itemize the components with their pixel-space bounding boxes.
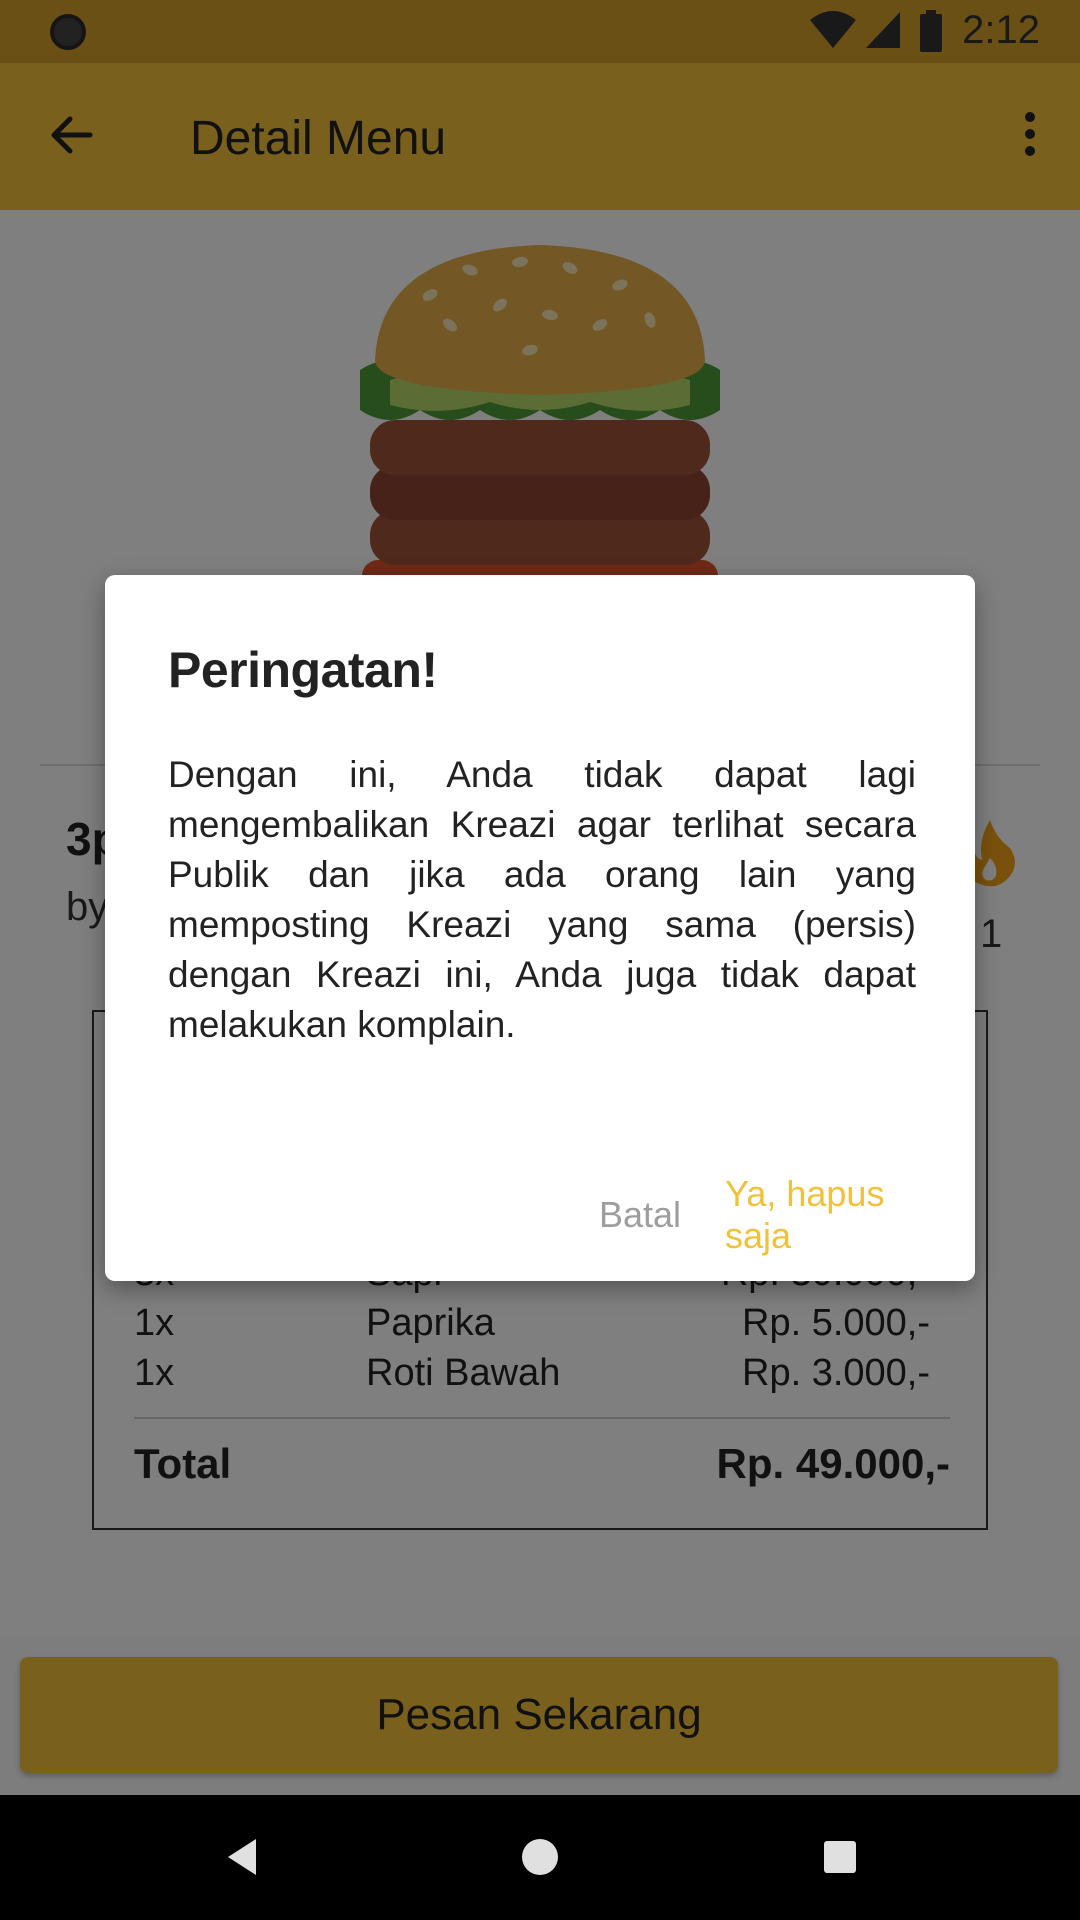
nav-home-icon[interactable] xyxy=(520,1835,560,1879)
confirm-delete-button[interactable]: Ya, hapus saja xyxy=(725,1173,955,1256)
system-nav-bar xyxy=(0,1795,1080,1920)
dialog-title: Peringatan! xyxy=(168,642,438,698)
nav-recents-icon[interactable] xyxy=(820,1835,860,1879)
dialog-message: Dengan ini, Anda tidak dapat lagi mengem… xyxy=(168,754,916,1045)
warning-dialog: Peringatan! Dengan ini, Anda tidak dapat… xyxy=(105,575,975,1281)
cancel-button[interactable]: Batal xyxy=(565,1175,715,1255)
nav-back-icon[interactable] xyxy=(222,1835,262,1879)
